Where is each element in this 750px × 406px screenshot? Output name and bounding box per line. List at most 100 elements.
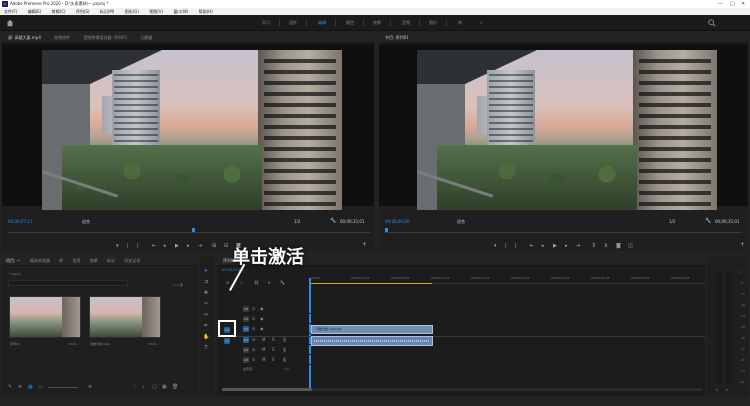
sync-lock-icon[interactable]: ⊡: [252, 337, 255, 342]
voiceover-icon[interactable]: 🎙: [282, 347, 287, 352]
program-goto-in-icon[interactable]: ⇤: [530, 243, 534, 249]
voiceover-icon[interactable]: 🎙: [282, 337, 287, 342]
program-play-icon[interactable]: ▶: [553, 243, 557, 249]
tab-source[interactable]: 源: 高楼大厦.mp4: [8, 35, 41, 40]
track-target-v2[interactable]: V2: [243, 316, 249, 322]
source-play-icon[interactable]: ▶: [175, 243, 179, 249]
new-item-icon[interactable]: ▣: [162, 384, 167, 390]
program-resolution-dropdown[interactable]: 1/2: [669, 219, 675, 224]
workspace-tab-color[interactable]: 颜色: [346, 20, 354, 26]
sync-lock-icon[interactable]: ⊡: [252, 357, 255, 362]
tab-program[interactable]: 节目: 序列01: [385, 35, 409, 40]
meter-solo-left[interactable]: S: [716, 388, 718, 392]
mute-track-icon[interactable]: M: [262, 337, 265, 342]
tab-libraries[interactable]: 库: [59, 258, 63, 263]
pencil-icon[interactable]: ✎: [8, 384, 12, 390]
workspace-tab-audio[interactable]: 音频: [402, 20, 410, 26]
audio-clip[interactable]: [311, 336, 433, 346]
track-target-a1[interactable]: A1: [243, 337, 249, 343]
solo-track-icon[interactable]: S: [272, 337, 275, 342]
clear-icon[interactable]: 🗑: [172, 384, 178, 390]
project-item-sequence-thumb[interactable]: [9, 296, 81, 338]
new-bin-icon[interactable]: ▢: [152, 384, 157, 390]
home-icon[interactable]: [6, 19, 14, 27]
workspace-tab-effects[interactable]: 效果: [373, 20, 381, 26]
linked-selection-icon[interactable]: ⛓: [254, 280, 259, 285]
list-view-icon[interactable]: ≡: [18, 384, 22, 390]
tab-info[interactable]: 信息: [72, 258, 80, 263]
snap-icon[interactable]: ∩: [240, 280, 243, 285]
program-viewer[interactable]: [379, 44, 748, 210]
menu-clip[interactable]: 剪辑(C): [52, 9, 66, 14]
project-item-clip-name[interactable]: 高楼大厦.mp4: [90, 342, 110, 346]
work-area-bar[interactable]: [310, 283, 432, 284]
program-add-button-icon[interactable]: +: [740, 241, 745, 248]
program-export-frame-icon[interactable]: ◙: [616, 243, 621, 249]
menu-help[interactable]: 帮助(H): [199, 9, 213, 14]
menu-window[interactable]: 窗口(W): [173, 9, 188, 14]
timeline-settings-icon[interactable]: 🔧: [280, 280, 285, 285]
source-fit-dropdown[interactable]: 适合: [82, 219, 90, 225]
master-track-value[interactable]: 0.0: [284, 367, 289, 371]
hand-tool-icon[interactable]: ✋: [203, 334, 209, 340]
source-playhead-timecode[interactable]: 00;00;07;11: [8, 219, 32, 224]
program-playhead[interactable]: [385, 228, 388, 232]
track-select-tool-icon[interactable]: ⇉: [203, 279, 209, 285]
toggle-output-icon[interactable]: ◉: [260, 316, 264, 321]
project-search-input[interactable]: [8, 280, 128, 286]
meter-solo-right[interactable]: S: [726, 388, 728, 392]
program-wrench-icon[interactable]: 🔧: [705, 218, 711, 224]
freeform-view-icon[interactable]: ▭: [38, 384, 43, 390]
program-step-forward-icon[interactable]: ▸: [565, 243, 568, 249]
track-target-a3[interactable]: A3: [243, 357, 249, 363]
track-target-v3[interactable]: V3: [243, 306, 249, 312]
source-playhead[interactable]: [192, 228, 195, 232]
project-item-sequence-name[interactable]: 序列01: [10, 342, 20, 346]
solo-track-icon[interactable]: S: [272, 347, 275, 352]
source-step-back-icon[interactable]: ◂: [163, 243, 166, 249]
source-resolution-dropdown[interactable]: 1/2: [294, 219, 300, 224]
sync-lock-icon[interactable]: ⊡: [252, 316, 255, 321]
program-comparison-icon[interactable]: ◫: [628, 243, 633, 249]
type-tool-icon[interactable]: T: [203, 345, 209, 351]
program-fit-dropdown[interactable]: 适合: [457, 219, 465, 225]
icon-view-icon[interactable]: ▦: [28, 384, 33, 390]
slip-tool-icon[interactable]: ↔: [203, 312, 209, 318]
ripple-edit-tool-icon[interactable]: ✥: [203, 290, 209, 296]
program-playhead-timecode[interactable]: 00;00;00;00: [385, 219, 409, 224]
mute-track-icon[interactable]: M: [262, 357, 265, 362]
workspace-tab-graphics[interactable]: 图形: [429, 20, 437, 26]
workspace-tab-assembly[interactable]: 组件: [289, 20, 297, 26]
menu-sequence[interactable]: 序列(S): [76, 9, 90, 14]
source-patch-a1[interactable]: A1: [224, 338, 230, 344]
program-scrub-bar[interactable]: [385, 232, 741, 233]
source-viewer[interactable]: [2, 44, 374, 210]
menu-edit[interactable]: 编辑(E): [28, 9, 42, 14]
workspace-tab-editing[interactable]: 编辑: [318, 20, 326, 26]
project-item-clip-thumb[interactable]: [89, 296, 161, 338]
tab-metadata[interactable]: 元数据: [140, 35, 152, 40]
program-mark-in-icon[interactable]: |: [505, 243, 507, 249]
source-goto-in-icon[interactable]: ⇤: [152, 243, 156, 249]
menu-marker[interactable]: 标记(M): [100, 9, 115, 14]
program-lift-icon[interactable]: ⊼: [592, 243, 596, 249]
source-mark-out-icon[interactable]: |: [137, 243, 139, 249]
solo-track-icon[interactable]: S: [272, 357, 275, 362]
sync-lock-icon[interactable]: ⊡: [252, 347, 255, 352]
source-insert-icon[interactable]: ⊞: [212, 243, 216, 249]
menu-view[interactable]: 视图(V): [149, 9, 163, 14]
toggle-output-icon[interactable]: ◉: [260, 326, 264, 331]
sync-lock-icon[interactable]: ⊡: [252, 306, 255, 311]
zoom-slider[interactable]: [48, 387, 78, 388]
mute-track-icon[interactable]: M: [262, 347, 265, 352]
track-target-a2[interactable]: A2: [243, 347, 249, 353]
wrench-icon[interactable]: 🔧: [330, 218, 336, 224]
workspace-tab-libraries[interactable]: 库: [458, 20, 462, 26]
program-add-marker-icon[interactable]: ▾: [494, 243, 497, 249]
source-add-button-icon[interactable]: +: [362, 241, 367, 248]
tab-effect-controls[interactable]: 效果控件: [54, 35, 70, 40]
search-icon[interactable]: [708, 19, 716, 27]
source-mark-in-icon[interactable]: |: [127, 243, 129, 249]
automate-icon[interactable]: ⋮: [132, 384, 137, 390]
tab-project[interactable]: 项目: 一: [6, 258, 21, 263]
